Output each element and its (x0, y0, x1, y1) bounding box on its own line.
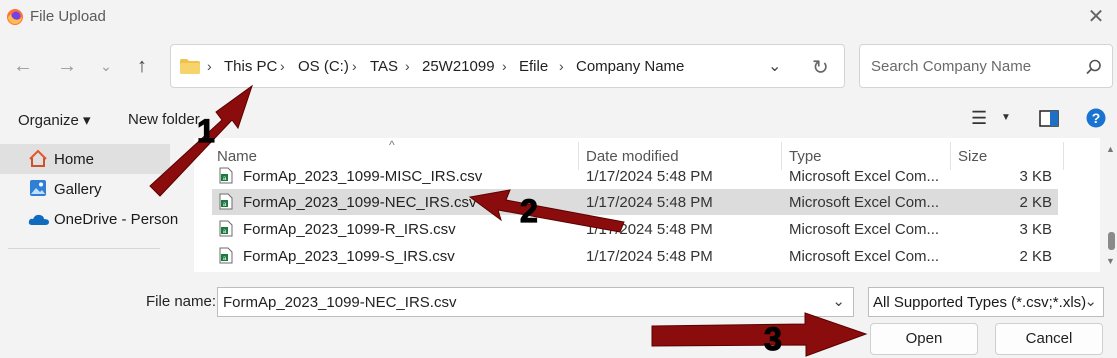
annotation-number-1: 1 (197, 113, 215, 149)
annotation-arrow-1: 1 (149, 84, 253, 197)
annotation-arrow-2: 2 (468, 189, 625, 233)
annotation-number-3: 3 (764, 321, 782, 357)
annotation-arrow-3: 3 (651, 312, 868, 358)
annotation-overlay: 1 2 3 (149, 84, 868, 358)
annotation-number-2: 2 (520, 193, 538, 229)
